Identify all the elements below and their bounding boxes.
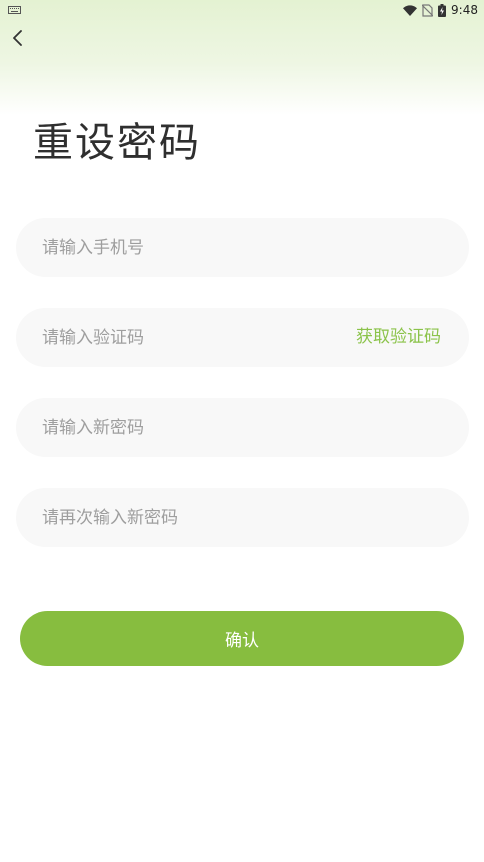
- confirm-password-field[interactable]: [16, 488, 469, 547]
- new-password-field[interactable]: [16, 398, 469, 457]
- no-sim-icon: [422, 3, 434, 17]
- status-icons: 9:48: [403, 2, 478, 18]
- status-bar: 9:48: [0, 0, 484, 20]
- back-arrow-icon: [13, 30, 22, 46]
- code-field[interactable]: 获取验证码: [16, 308, 469, 367]
- confirm-password-input[interactable]: [42, 488, 342, 547]
- phone-field[interactable]: [16, 218, 469, 277]
- page-title: 重设密码: [33, 120, 201, 166]
- phone-input[interactable]: [42, 218, 342, 277]
- confirm-button[interactable]: 确认: [20, 611, 464, 666]
- back-button[interactable]: [6, 26, 30, 50]
- wifi-icon: [403, 4, 418, 16]
- status-time: 9:48: [451, 3, 478, 17]
- new-password-input[interactable]: [42, 398, 342, 457]
- keyboard-icon: [8, 6, 21, 14]
- get-code-button[interactable]: 获取验证码: [356, 308, 441, 367]
- battery-charging-icon: [438, 3, 447, 17]
- code-input[interactable]: [42, 308, 342, 367]
